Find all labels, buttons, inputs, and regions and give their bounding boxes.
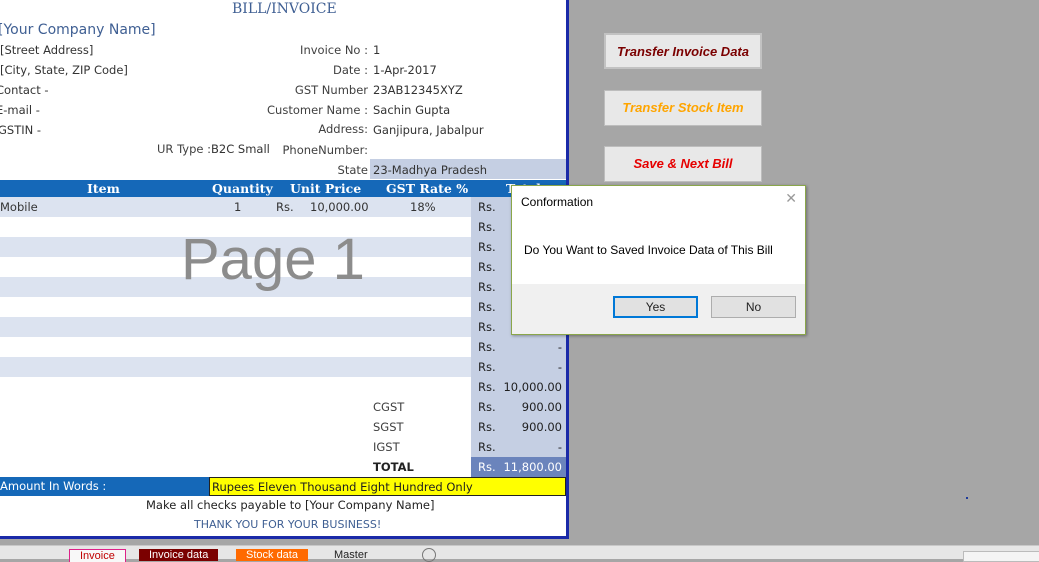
row-currency: Rs. (478, 220, 496, 234)
invoice-no-label: Invoice No : (300, 43, 368, 57)
col-gst-rate: GST Rate % (386, 181, 469, 196)
tab-invoice-data[interactable]: Invoice data (139, 549, 219, 561)
add-sheet-icon[interactable] (422, 548, 436, 562)
date-value[interactable]: 1-Apr-2017 (373, 63, 437, 77)
row-currency: Rs. (478, 280, 496, 294)
customer-name-value[interactable]: Sachin Gupta (373, 103, 450, 117)
table-row[interactable] (0, 357, 471, 377)
line-item-unit-price[interactable]: 10,000.00 (310, 200, 369, 214)
igst-value: - (557, 440, 562, 454)
igst-currency: Rs. (478, 440, 496, 454)
invoice-no-value[interactable]: 1 (373, 43, 380, 57)
sheet-tab-bar: Invoice Invoice data Stock data Master (0, 545, 1039, 562)
table-row[interactable] (0, 297, 471, 317)
amount-words-label-text: Amount In Words : (0, 479, 107, 493)
col-quantity: Quantity (212, 181, 273, 196)
sgst-label: SGST (373, 420, 404, 434)
date-label: Date : (332, 63, 368, 77)
page-watermark: Page 1 (181, 227, 365, 292)
address-label: Address: (318, 122, 368, 136)
save-next-bill-button[interactable]: Save & Next Bill (604, 146, 762, 182)
cell-marker (966, 497, 968, 499)
line-item-quantity[interactable]: 1 (234, 200, 241, 214)
checks-payable: Make all checks payable to [Your Company… (146, 498, 435, 512)
amount-words-text: Rupees Eleven Thousand Eight Hundred Onl… (212, 480, 473, 494)
ur-type-label: UR Type : (157, 142, 212, 156)
company-email[interactable]: E-mail - (0, 103, 40, 117)
total-label: TOTAL (373, 460, 414, 474)
transfer-stock-button[interactable]: Transfer Stock Item (604, 90, 762, 126)
tab-invoice[interactable]: Invoice (69, 549, 126, 562)
line-item-name[interactable]: Mobile (0, 200, 38, 214)
company-name[interactable]: [Your Company Name] (0, 22, 156, 38)
items-table-header: Item Quantity Unit Price GST Rate % Tota… (0, 180, 566, 197)
row-currency: Rs. (478, 300, 496, 314)
cgst-value: 900.00 (521, 400, 562, 414)
state-label: State (337, 163, 368, 177)
subtotal-value: 10,000.00 (503, 380, 562, 394)
igst-label: IGST (373, 440, 400, 454)
amount-words-value[interactable]: Rupees Eleven Thousand Eight Hundred Onl… (209, 477, 566, 496)
sgst-value: 900.00 (521, 420, 562, 434)
company-contact[interactable]: Contact - (0, 83, 49, 97)
close-icon[interactable]: ✕ (785, 191, 797, 207)
yes-button[interactable]: Yes (613, 296, 698, 318)
table-row[interactable] (0, 337, 471, 357)
dialog-message: Do You Want to Saved Invoice Data of Thi… (524, 243, 773, 257)
total-value: 11,800.00 (503, 460, 562, 474)
invoice-title: BILL/INVOICE (232, 1, 337, 17)
cgst-label: CGST (373, 400, 405, 414)
transfer-invoice-button[interactable]: Transfer Invoice Data (604, 33, 762, 69)
line-item-currency: Rs. (276, 200, 294, 214)
tab-stock-data[interactable]: Stock data (236, 549, 308, 561)
gst-number-value[interactable]: 23AB12345XYZ (373, 83, 463, 97)
row-currency: Rs. (478, 200, 496, 214)
invoice-sheet: BILL/INVOICE [Your Company Name] [Street… (0, 0, 569, 539)
state-value[interactable]: 23-Madhya Pradesh (370, 159, 566, 179)
dialog-footer: Yes No (512, 284, 805, 334)
sgst-currency: Rs. (478, 420, 496, 434)
ur-type-value[interactable]: B2C Small (211, 142, 270, 156)
phone-label: PhoneNumber: (282, 143, 369, 157)
row-currency: Rs. (478, 240, 496, 254)
tab-master[interactable]: Master (324, 549, 378, 561)
cgst-currency: Rs. (478, 400, 496, 414)
subtotal-currency: Rs. (478, 380, 496, 394)
horizontal-scrollbar[interactable] (963, 551, 1039, 562)
dialog-title: Conformation (521, 195, 594, 209)
row-total: - (557, 360, 562, 374)
company-street[interactable]: [Street Address] (0, 43, 93, 57)
line-item-gst-rate[interactable]: 18% (410, 200, 436, 214)
col-unit-price: Unit Price (290, 181, 362, 196)
row-currency: Rs. (478, 320, 496, 334)
company-gstin[interactable]: GSTIN - (0, 123, 41, 137)
row-currency: Rs. (478, 360, 496, 374)
row-currency: Rs. (478, 340, 496, 354)
thanks-message: THANK YOU FOR YOUR BUSINESS! (194, 518, 382, 531)
table-row[interactable] (0, 317, 471, 337)
row-currency: Rs. (478, 260, 496, 274)
amount-words-label: Amount In Words : (0, 477, 209, 496)
no-button[interactable]: No (711, 296, 796, 318)
company-city[interactable]: [City, State, ZIP Code] (0, 63, 128, 77)
address-value[interactable]: Ganjipura, Jabalpur (373, 123, 484, 137)
row-total: - (557, 340, 562, 354)
gst-number-label: GST Number (294, 83, 368, 97)
customer-name-label: Customer Name : (267, 103, 368, 117)
col-item: Item (87, 181, 120, 196)
total-currency: Rs. (478, 460, 496, 474)
confirmation-dialog[interactable]: Conformation ✕ Do You Want to Saved Invo… (511, 185, 806, 335)
